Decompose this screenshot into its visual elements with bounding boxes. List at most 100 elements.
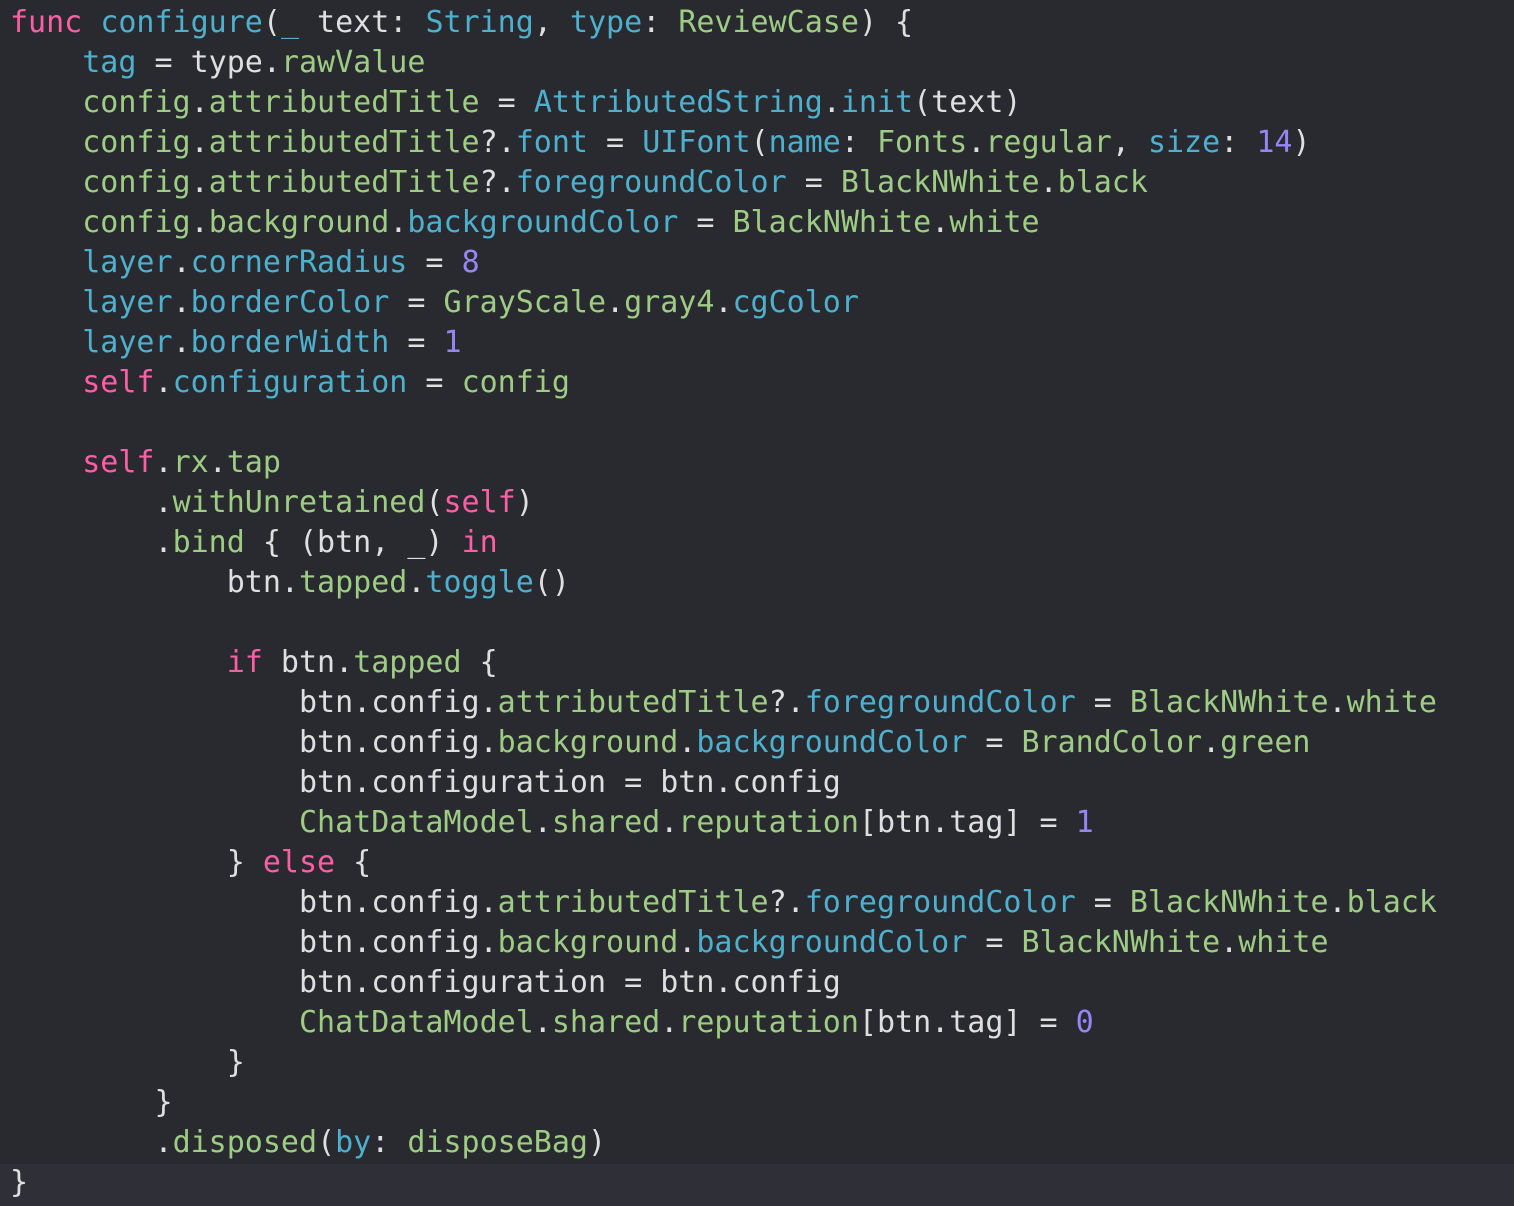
code-token: . bbox=[10, 525, 173, 560]
code-token: green bbox=[1220, 725, 1311, 760]
code-token: background bbox=[208, 205, 390, 240]
code-line[interactable]: .bind { (btn, _) in bbox=[10, 523, 497, 563]
code-token: = bbox=[407, 245, 462, 280]
code-token: } bbox=[10, 1165, 29, 1200]
code-token: type bbox=[569, 5, 643, 40]
code-line[interactable]: layer.borderColor = GrayScale.gray4.cgCo… bbox=[10, 283, 859, 323]
code-line[interactable]: btn.config.attributedTitle?.foregroundCo… bbox=[10, 683, 1437, 723]
code-token: . bbox=[678, 925, 697, 960]
code-token: ?. bbox=[479, 125, 516, 160]
code-token: borderColor bbox=[190, 285, 390, 320]
code-token: white bbox=[949, 205, 1040, 240]
code-token: BlackNWhite bbox=[1129, 685, 1329, 720]
code-token: ?. bbox=[768, 885, 805, 920]
code-token: layer bbox=[82, 245, 173, 280]
code-token: withUnretained bbox=[172, 485, 426, 520]
code-line[interactable]: tag = type.rawValue bbox=[10, 43, 425, 83]
code-line[interactable]: .withUnretained(self) bbox=[10, 483, 533, 523]
code-line[interactable]: config.attributedTitle = AttributedStrin… bbox=[10, 83, 1021, 123]
code-token: . bbox=[1328, 685, 1347, 720]
code-line[interactable]: layer.cornerRadius = 8 bbox=[10, 243, 479, 283]
code-token: rawValue bbox=[280, 45, 426, 80]
code-token: init bbox=[840, 85, 914, 120]
code-line[interactable]: btn.config.attributedTitle?.foregroundCo… bbox=[10, 883, 1437, 923]
code-token: ?. bbox=[768, 685, 805, 720]
code-line[interactable]: } else { bbox=[10, 843, 372, 883]
code-token: 1 bbox=[1075, 805, 1094, 840]
code-token: . bbox=[1328, 885, 1347, 920]
code-token: foregroundColor bbox=[804, 885, 1076, 920]
code-token: if bbox=[226, 645, 263, 680]
code-token: by bbox=[335, 1125, 372, 1160]
code-line[interactable]: btn.tapped.toggle() bbox=[10, 563, 570, 603]
code-line[interactable]: if btn.tapped { bbox=[10, 643, 498, 683]
code-token: btn.config. bbox=[10, 885, 498, 920]
code-token: GrayScale bbox=[443, 285, 607, 320]
code-line[interactable]: btn.configuration = btn.config bbox=[10, 763, 841, 803]
code-editor[interactable]: func configure(_ text: String, type: Rev… bbox=[0, 0, 1514, 1206]
code-line[interactable]: config.attributedTitle?.foregroundColor … bbox=[10, 163, 1148, 203]
code-token: ( bbox=[750, 125, 769, 160]
code-token: tapped bbox=[353, 645, 462, 680]
code-token: text: bbox=[299, 5, 426, 40]
code-line[interactable]: layer.borderWidth = 1 bbox=[10, 323, 461, 363]
code-token: white bbox=[1238, 925, 1329, 960]
code-token: ( bbox=[262, 5, 281, 40]
code-token: . bbox=[154, 445, 173, 480]
code-token: config bbox=[461, 365, 570, 400]
code-token: . bbox=[190, 205, 209, 240]
code-token: . bbox=[967, 125, 986, 160]
code-token: . bbox=[208, 445, 227, 480]
code-line[interactable]: btn.config.background.backgroundColor = … bbox=[10, 923, 1329, 963]
code-token: ?. bbox=[479, 165, 516, 200]
code-line[interactable]: self.rx.tap bbox=[10, 443, 281, 483]
current-line-highlight bbox=[0, 1164, 1514, 1206]
code-token: btn.configuration = btn.config bbox=[10, 765, 841, 800]
code-line[interactable]: btn.config.background.backgroundColor = … bbox=[10, 723, 1311, 763]
code-line[interactable]: } bbox=[10, 1083, 173, 1123]
code-token: = bbox=[479, 85, 534, 120]
code-token: : bbox=[1220, 125, 1257, 160]
code-line[interactable]: } bbox=[10, 1163, 28, 1203]
code-token: . bbox=[154, 365, 173, 400]
code-token: layer bbox=[82, 285, 173, 320]
code-token: background bbox=[497, 925, 679, 960]
code-token: self bbox=[443, 485, 516, 520]
code-token: { bbox=[461, 645, 498, 680]
code-token: = bbox=[389, 325, 444, 360]
code-line[interactable]: ChatDataModel.shared.reputation[btn.tag]… bbox=[10, 1003, 1094, 1043]
code-token: 0 bbox=[1075, 1005, 1094, 1040]
code-token: = bbox=[678, 205, 733, 240]
code-token: attributedTitle bbox=[208, 165, 480, 200]
code-line[interactable]: .disposed(by: disposeBag) bbox=[10, 1123, 606, 1163]
code-token: config bbox=[82, 125, 191, 160]
code-line[interactable]: config.background.backgroundColor = Blac… bbox=[10, 203, 1040, 243]
code-line[interactable]: self.configuration = config bbox=[10, 363, 570, 403]
code-token: rx bbox=[172, 445, 209, 480]
code-token: : bbox=[840, 125, 877, 160]
code-token: , bbox=[1111, 125, 1148, 160]
code-token: ) { bbox=[858, 5, 914, 40]
code-line[interactable]: config.attributedTitle?.font = UIFont(na… bbox=[10, 123, 1310, 163]
code-token: BlackNWhite bbox=[1129, 885, 1329, 920]
code-line[interactable]: } bbox=[10, 1043, 245, 1083]
code-token: ReviewCase bbox=[678, 5, 859, 40]
code-token: . bbox=[660, 805, 679, 840]
code-line[interactable]: ChatDataModel.shared.reputation[btn.tag]… bbox=[10, 803, 1094, 843]
code-token: btn. bbox=[10, 565, 299, 600]
code-token: self bbox=[82, 445, 155, 480]
code-token: } bbox=[10, 1085, 173, 1120]
code-line[interactable]: func configure(_ text: String, type: Rev… bbox=[10, 3, 913, 43]
code-line[interactable]: btn.configuration = btn.config bbox=[10, 963, 841, 1003]
code-token: . bbox=[10, 1125, 173, 1160]
code-token: . bbox=[678, 725, 697, 760]
code-token: tapped bbox=[298, 565, 408, 600]
code-token: { bbox=[335, 845, 372, 880]
code-token: : bbox=[371, 1125, 408, 1160]
code-token: foregroundColor bbox=[515, 165, 787, 200]
